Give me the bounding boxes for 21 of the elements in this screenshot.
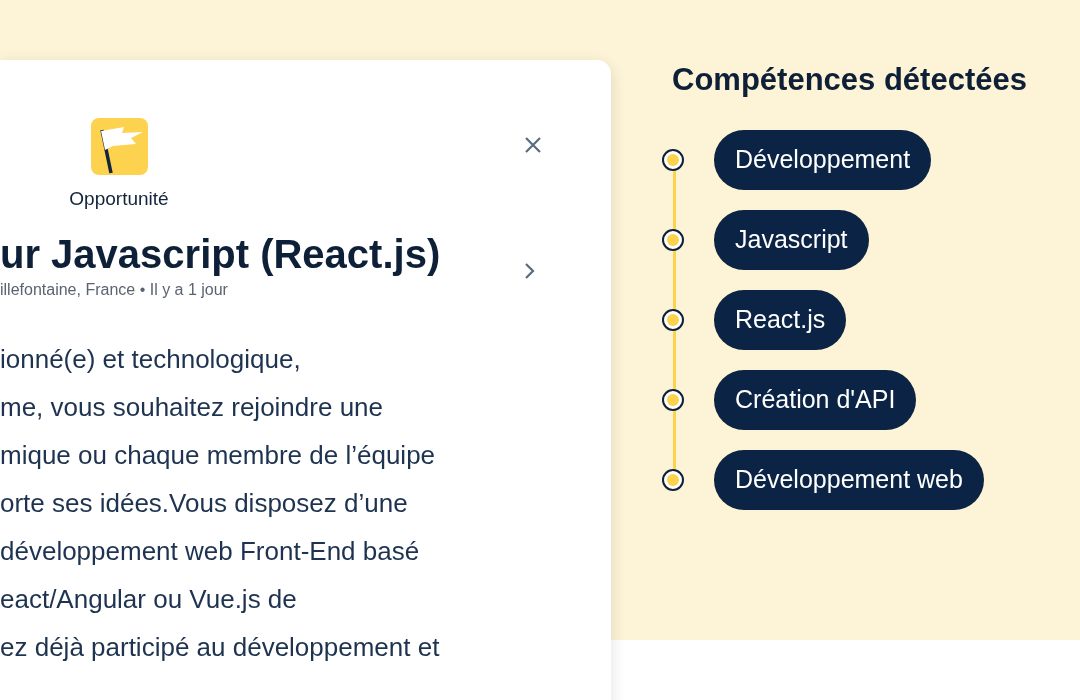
close-icon bbox=[523, 135, 543, 155]
description-line: ez déjà participé au développement et bbox=[0, 631, 441, 664]
chevron-right-icon bbox=[524, 262, 536, 280]
skill-tag: Javascript bbox=[714, 210, 869, 270]
job-title: ur Javascript (React.js) bbox=[0, 231, 441, 278]
description-line: mique ou chaque membre de l’équipe bbox=[0, 439, 437, 472]
skill-tag: Création d'API bbox=[714, 370, 917, 430]
category-label: Opportunité bbox=[69, 187, 169, 211]
description-line: développement web Front-End basé bbox=[0, 535, 421, 568]
next-button[interactable] bbox=[524, 262, 536, 280]
description-line: ionné(e) et technologique, bbox=[0, 343, 302, 376]
description-line: eact/Angular ou Vue.js de bbox=[0, 583, 298, 616]
skill-tag: React.js bbox=[714, 290, 847, 350]
flag-icon bbox=[90, 118, 148, 175]
skills-title: Compétences détectées bbox=[672, 61, 1027, 99]
skill-tag: Développement bbox=[714, 130, 932, 190]
description-line: me, vous souhaitez rejoindre une bbox=[0, 391, 384, 424]
close-button[interactable] bbox=[523, 135, 543, 155]
job-meta: illefontaine, France • Il y a 1 jour bbox=[0, 280, 229, 300]
description-line: orte ses idées.Vous disposez d’une bbox=[0, 487, 409, 520]
skill-tag: Développement web bbox=[714, 450, 984, 510]
